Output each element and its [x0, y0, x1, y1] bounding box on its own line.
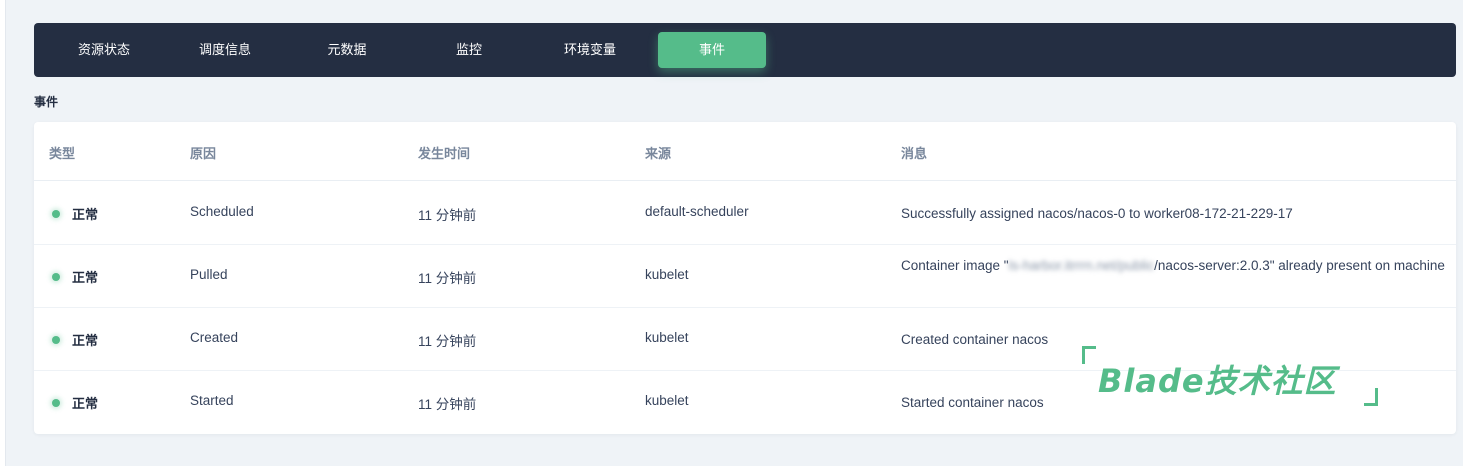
event-reason: Scheduled: [190, 204, 254, 219]
tab-scheduling-info[interactable]: 调度信息: [171, 32, 279, 68]
detail-tab-bar: 资源状态 调度信息 元数据 监控 环境变量 事件: [34, 23, 1456, 77]
section-title: 事件: [34, 95, 59, 109]
column-header-reason: 原因: [190, 146, 217, 161]
event-source: default-scheduler: [645, 204, 749, 219]
event-type-label: 正常: [72, 270, 99, 285]
event-source: kubelet: [645, 393, 689, 408]
watermark-text: Blade技术社区: [1098, 362, 1337, 400]
tab-monitoring[interactable]: 监控: [415, 32, 523, 68]
table-header: 类型 原因 发生时间 来源 消息: [34, 122, 1456, 181]
tab-events[interactable]: 事件: [658, 32, 766, 68]
event-reason: Created: [190, 330, 239, 345]
event-time: 11 分钟前: [418, 334, 477, 349]
message-prefix: Container image ": [901, 258, 1009, 273]
column-header-type: 类型: [49, 146, 76, 161]
message-suffix: /nacos-server:2.0.3" already present on …: [1154, 258, 1445, 273]
event-reason: Pulled: [190, 267, 228, 282]
event-time: 11 分钟前: [418, 397, 477, 412]
status-dot-icon: [52, 399, 60, 407]
event-type: 正常: [52, 267, 98, 286]
watermark-logo: Blade技术社区: [1082, 346, 1378, 406]
event-type: 正常: [52, 204, 98, 223]
tab-resource-status[interactable]: 资源状态: [50, 32, 158, 68]
status-dot-icon: [52, 210, 60, 218]
table-row: 正常 Pulled 11 分钟前 kubelet Container image…: [34, 245, 1456, 308]
event-time: 11 分钟前: [418, 271, 477, 286]
left-panel-edge: [0, 0, 6, 466]
event-message: Container image "ls-harbor.itrrrn.net/pu…: [901, 255, 1446, 276]
watermark-corner-icon: [1364, 388, 1378, 406]
event-source: kubelet: [645, 330, 689, 345]
event-reason: Started: [190, 393, 234, 408]
event-type-label: 正常: [72, 333, 99, 348]
tab-metadata[interactable]: 元数据: [293, 32, 401, 68]
event-type: 正常: [52, 393, 98, 412]
tab-environment-variables[interactable]: 环境变量: [536, 32, 644, 68]
event-type-label: 正常: [72, 396, 99, 411]
table-row: 正常 Scheduled 11 分钟前 default-scheduler Su…: [34, 182, 1456, 245]
event-type: 正常: [52, 330, 98, 349]
event-message: Successfully assigned nacos/nacos-0 to w…: [901, 206, 1293, 221]
status-dot-icon: [52, 336, 60, 344]
column-header-message: 消息: [901, 146, 928, 161]
redacted-registry-host: ls-harbor.itrrrn.net/public: [1008, 258, 1155, 273]
event-time: 11 分钟前: [418, 208, 477, 223]
column-header-time: 发生时间: [418, 146, 471, 161]
event-source: kubelet: [645, 267, 689, 282]
event-type-label: 正常: [72, 207, 99, 222]
watermark-corner-icon: [1082, 346, 1096, 364]
status-dot-icon: [52, 273, 60, 281]
column-header-source: 来源: [645, 146, 672, 161]
